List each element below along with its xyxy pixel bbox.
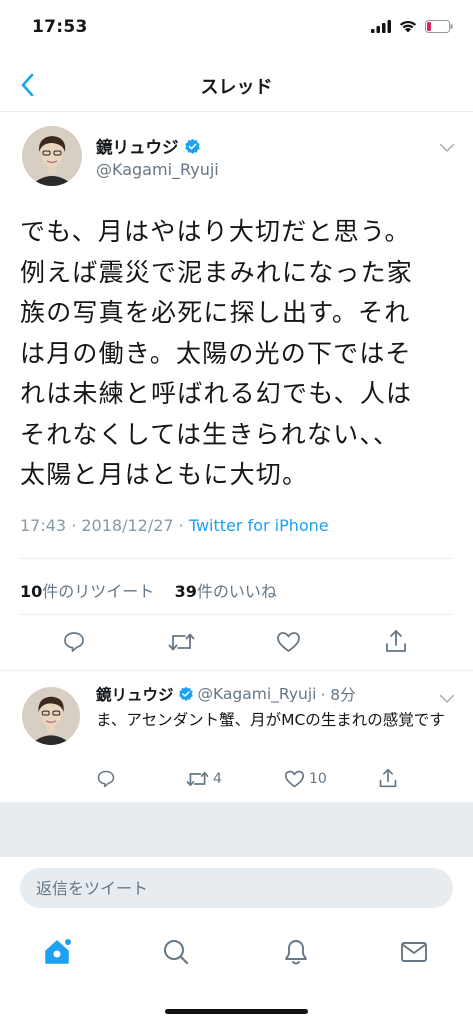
tab-home[interactable] [38, 932, 78, 972]
chevron-down-icon [439, 143, 455, 153]
divider [20, 614, 453, 615]
retweet-icon [168, 633, 195, 651]
reply-avatar[interactable] [22, 687, 80, 745]
reply-input[interactable] [20, 868, 453, 908]
status-bar: 17:53 [0, 0, 473, 60]
reply-compose-bar [0, 856, 473, 920]
like-button[interactable] [276, 630, 301, 654]
tab-notifications[interactable] [276, 932, 316, 972]
retweet-count: 10 [20, 582, 43, 601]
reply-author-name[interactable]: 鏡リュウジ [96, 683, 174, 705]
like-label: 件のいいね [196, 582, 277, 601]
author-handle[interactable]: @Kagami_Ryuji [96, 160, 219, 179]
home-indicator [165, 1009, 308, 1014]
reply-button[interactable] [62, 630, 86, 654]
retweet-label: 件のリツイート [42, 582, 155, 601]
tweet-text-line: は月の働き。太陽の光の下ではそ [20, 338, 412, 368]
tweet-text-line: 太陽と月はともに大切。 [20, 460, 309, 489]
reply-text: ま、アセンダント蟹、月がMCの生まれの感覚です [96, 711, 445, 729]
tweet-text-line: それなくしては生きられない、、 [20, 419, 400, 449]
reply-menu-button[interactable] [439, 689, 455, 708]
chevron-down-icon [439, 694, 455, 704]
tab-search[interactable] [156, 932, 196, 972]
status-indicators [371, 20, 453, 33]
wifi-icon [400, 20, 416, 33]
signal-icon [371, 20, 391, 33]
verified-badge-icon [184, 138, 200, 154]
like-count: 39 [174, 582, 197, 601]
tweet-timestamp: 17:43 · 2018/12/27 · Twitter for iPhone [20, 516, 329, 535]
tab-bar [0, 920, 473, 1024]
messages-icon [401, 942, 427, 962]
tweet-text-line: れは未練と呼ばれる幻でも、人は [20, 379, 413, 408]
share-icon [379, 768, 397, 788]
author-name[interactable]: 鏡リュウジ [96, 134, 201, 158]
notifications-icon [285, 940, 307, 965]
battery-icon [425, 20, 453, 33]
tweet-menu-button[interactable] [439, 138, 455, 157]
reply-reply-button[interactable] [96, 769, 116, 789]
reply-share-button[interactable] [378, 767, 398, 789]
share-button[interactable] [384, 628, 408, 654]
timestamp-text: 17:43 · 2018/12/27 · [20, 516, 189, 535]
reply-icon [97, 770, 115, 788]
tweet-text-line: 例えば震災で泥まみれになった家 [20, 257, 414, 287]
like-icon [277, 632, 300, 652]
tweet-text-line: でも、月はやはり大切だと思う。 [20, 217, 411, 246]
tab-messages[interactable] [394, 932, 434, 972]
page-title: スレッド [200, 77, 273, 98]
reply-time: · 8分 [320, 686, 356, 704]
reply-like-button[interactable]: 10 [284, 769, 327, 789]
retweet-icon [186, 771, 209, 787]
retweet-stat[interactable]: 10件のリツイート [20, 582, 154, 601]
author-name-text: 鏡リュウジ [96, 138, 179, 157]
thread-end-spacer [0, 802, 473, 856]
retweet-button[interactable] [168, 630, 195, 654]
verified-badge-icon [178, 686, 193, 702]
reply-icon [64, 632, 84, 652]
like-stat[interactable]: 39件のいいね [175, 582, 277, 601]
share-icon [386, 630, 406, 652]
reply-retweet-count: 4 [213, 771, 222, 787]
tweet-source-link[interactable]: Twitter for iPhone [189, 516, 329, 535]
divider [20, 558, 453, 559]
reply-retweet-button[interactable]: 4 [186, 769, 222, 789]
nav-bar: スレッド [0, 60, 473, 112]
reply-like-count: 10 [309, 771, 327, 787]
reply-tweet[interactable]: 鏡リュウジ @Kagami_Ryuji · 8分 ま、アセンダント蟹、月がMCの… [0, 670, 473, 802]
search-icon [164, 940, 189, 965]
avatar[interactable] [22, 126, 82, 186]
reply-header: 鏡リュウジ @Kagami_Ryuji · 8分 [96, 683, 356, 705]
status-time: 17:53 [32, 17, 88, 37]
tweet-text-line: 族の写真を必死に探し出す。それ [20, 298, 411, 327]
tweet-stats: 10件のリツイート 39件のいいね [20, 578, 277, 602]
like-icon [284, 770, 305, 788]
reply-author-handle[interactable]: @Kagami_Ryuji [198, 685, 317, 703]
tweet-text: でも、月はやはり大切だと思う。 例えば震災で泥まみれになった家 族の写真を必死に… [20, 212, 460, 496]
home-icon [45, 939, 71, 964]
